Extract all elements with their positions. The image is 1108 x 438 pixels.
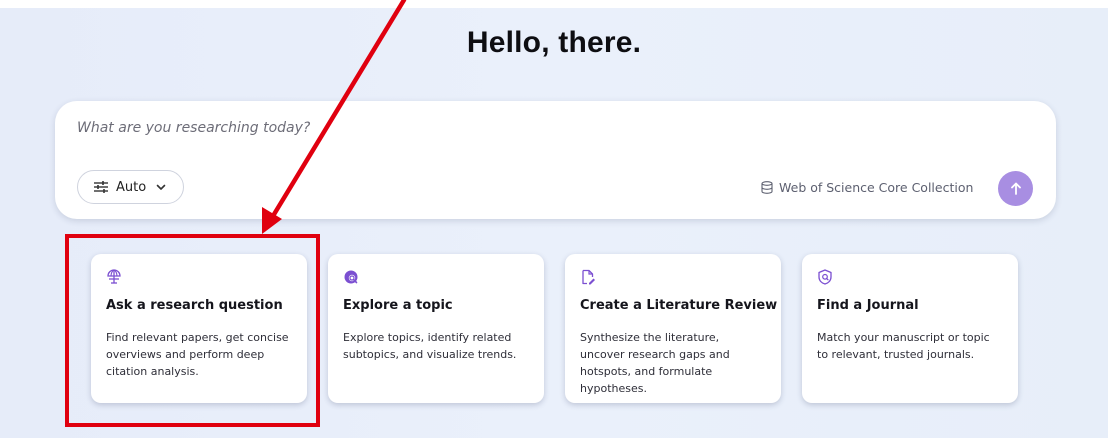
- journal-shield-icon: [817, 269, 833, 285]
- globe-search-icon: [343, 269, 359, 285]
- mode-selector-button[interactable]: Auto: [77, 170, 184, 204]
- collection-selector[interactable]: Web of Science Core Collection: [761, 178, 973, 196]
- card-description: Find relevant papers, get concise overvi…: [106, 331, 289, 378]
- card-title: Explore a topic: [343, 298, 453, 313]
- card-description: Synthesize the literature, uncover resea…: [580, 331, 730, 395]
- page-title: Hello, there.: [466, 26, 642, 59]
- card-explore-topic[interactable]: Explore a topic Explore topics, identify…: [328, 254, 544, 403]
- arrow-up-icon: [1010, 182, 1022, 195]
- card-title: Create a Literature Review: [580, 298, 778, 313]
- card-description: Explore topics, identify related subtopi…: [343, 331, 517, 361]
- top-strip: [0, 0, 1108, 8]
- card-title: Find a Journal: [817, 298, 919, 313]
- search-input[interactable]: [77, 117, 877, 139]
- card-find-journal[interactable]: Find a Journal Match your manuscript or …: [802, 254, 1018, 403]
- card-title: Ask a research question: [106, 298, 283, 313]
- globe-stand-icon: [106, 269, 122, 285]
- search-card: Auto Web of Science Core Collection: [55, 101, 1056, 219]
- chevron-down-icon: [156, 184, 166, 191]
- document-edit-icon: [580, 269, 596, 285]
- sliders-icon: [94, 181, 108, 193]
- database-icon: [761, 180, 773, 194]
- collection-label: Web of Science Core Collection: [779, 179, 974, 195]
- card-ask-research-question[interactable]: Ask a research question Find relevant pa…: [91, 254, 307, 403]
- card-description: Match your manuscript or topic to releva…: [817, 331, 990, 361]
- mode-label: Auto: [116, 179, 147, 195]
- card-create-literature-review[interactable]: Create a Literature Review Synthesize th…: [565, 254, 781, 403]
- submit-button[interactable]: [998, 171, 1033, 206]
